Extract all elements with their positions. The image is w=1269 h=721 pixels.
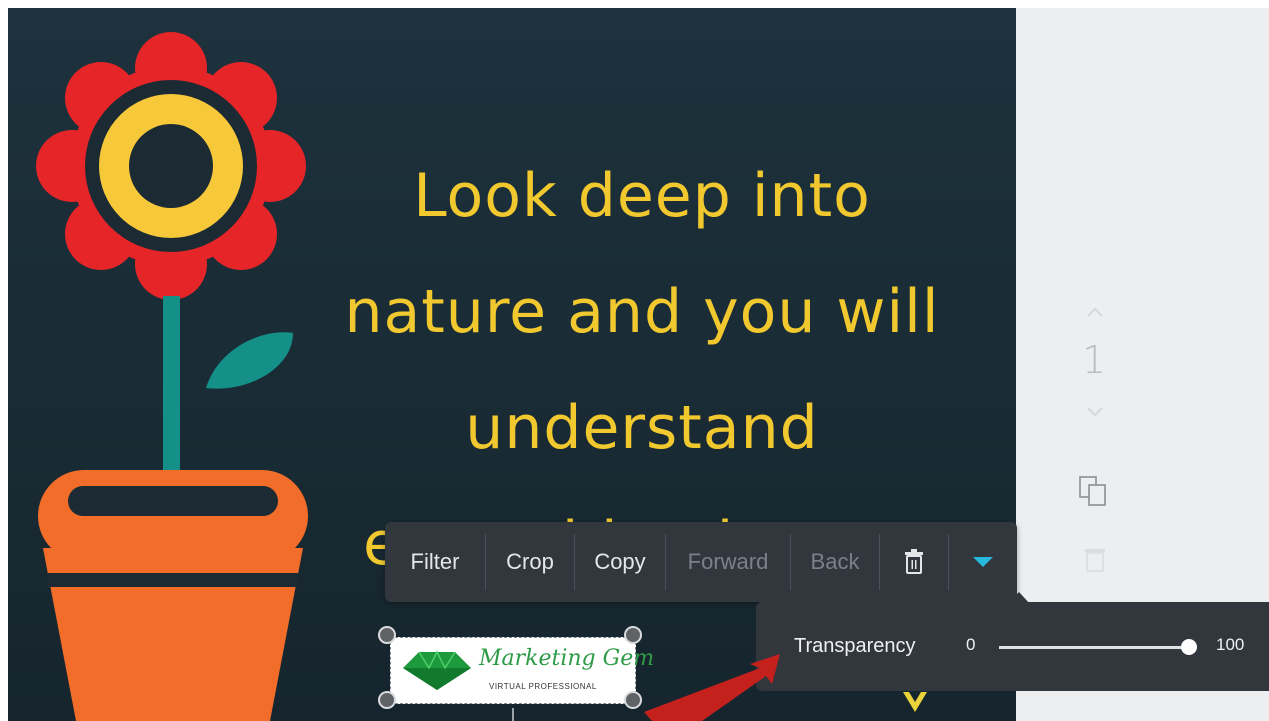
- logo-tagline: VIRTUAL PROFESSIONAL: [489, 682, 597, 691]
- delete-button[interactable]: [880, 534, 949, 590]
- page-number: 1: [1082, 338, 1107, 382]
- logo-name: Marketing Gem: [479, 646, 655, 671]
- forward-button[interactable]: Forward: [666, 534, 791, 590]
- quote-line-3: understand: [465, 393, 819, 463]
- element-toolbar: Filter Crop Copy Forward Back: [385, 522, 1017, 602]
- selected-logo-element[interactable]: Marketing Gem VIRTUAL PROFESSIONAL: [390, 637, 654, 704]
- flower-leaf: [206, 332, 293, 389]
- transparency-min-label: 0: [966, 635, 976, 654]
- resize-handle-bottom-left[interactable]: [378, 691, 396, 709]
- resize-handle-top-left[interactable]: [378, 626, 396, 644]
- more-options-button[interactable]: [949, 534, 1017, 590]
- resize-handle-top-right[interactable]: [624, 626, 642, 644]
- duplicate-page-icon[interactable]: [1076, 473, 1112, 509]
- gem-icon: [403, 650, 471, 690]
- crop-button[interactable]: Crop: [486, 534, 575, 590]
- transparency-slider-thumb[interactable]: [1181, 639, 1197, 655]
- trash-icon: [905, 549, 923, 574]
- annotation-arrow: [644, 654, 780, 721]
- quote-line-2: nature and you will: [344, 277, 940, 347]
- rotate-handle[interactable]: [512, 708, 514, 721]
- filter-button[interactable]: Filter: [385, 534, 486, 590]
- delete-page-icon[interactable]: [1083, 546, 1107, 574]
- partial-shape: [903, 692, 927, 712]
- move-down-icon[interactable]: [1085, 402, 1105, 422]
- flower-pot-illustration[interactable]: [8, 8, 338, 721]
- transparency-label: Transparency: [794, 635, 916, 657]
- copy-button[interactable]: Copy: [575, 534, 666, 590]
- transparency-max-label: 100: [1216, 635, 1245, 654]
- move-up-icon[interactable]: [1085, 302, 1105, 322]
- back-button[interactable]: Back: [791, 534, 880, 590]
- caret-down-icon: [973, 557, 993, 567]
- quote-line-1: Look deep into: [413, 161, 871, 231]
- transparency-popover: Transparency 0 100: [756, 602, 1269, 691]
- transparency-slider[interactable]: [999, 639, 1197, 655]
